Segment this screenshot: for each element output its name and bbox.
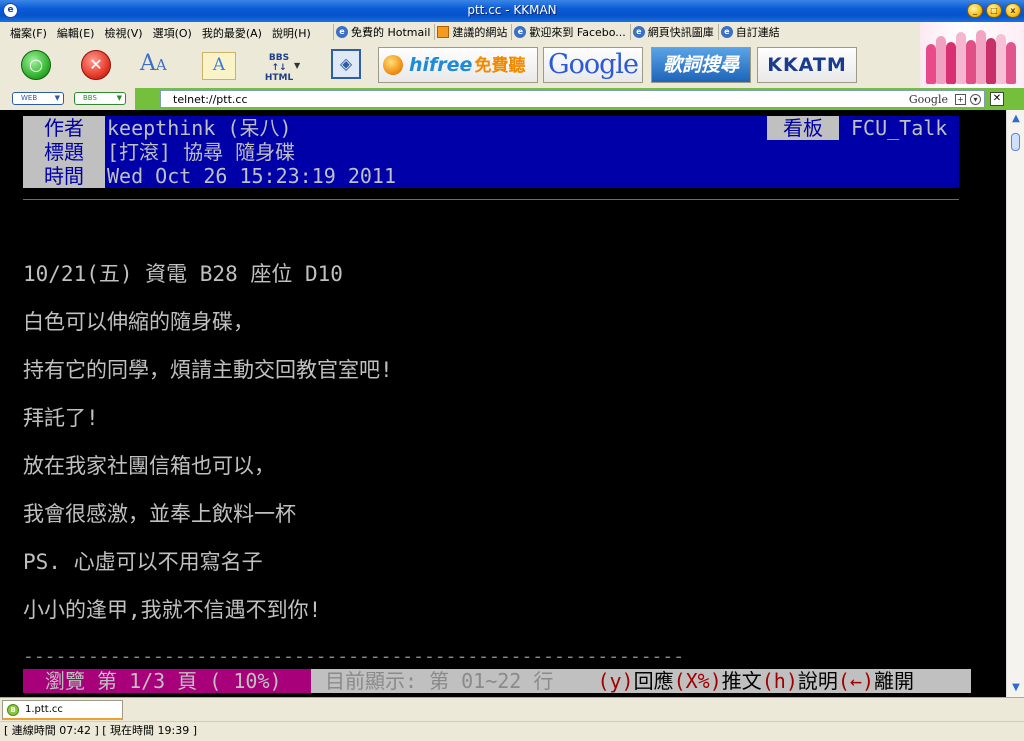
disconnect-button[interactable]: ✕	[78, 47, 114, 83]
window-title: ptt.cc - KKMAN	[467, 3, 557, 17]
dropdown-icon[interactable]: ▾	[970, 94, 981, 105]
post-header: 作者 keepthink (呆八) 看板 FCU_Talk 標題 [打滾] 協尋…	[23, 116, 959, 188]
board-value: FCU_Talk	[851, 116, 948, 140]
bbs-html-icon: BBS ↑↓ HTML	[264, 53, 294, 83]
post-line: 持有它的同學，煩請主動交回教官室吧!	[23, 358, 393, 382]
terminal-screen[interactable]: 作者 keepthink (呆八) 看板 FCU_Talk 標題 [打滾] 協尋…	[0, 110, 1006, 697]
push-label: 推文	[721, 669, 762, 693]
disconnect-icon: ✕	[81, 50, 111, 80]
font-size-icon: AA	[140, 51, 167, 76]
font-size-button[interactable]: AA	[140, 47, 167, 83]
post-line: 小小的逢甲,我就不信遇不到你!	[23, 598, 322, 622]
link-facebook[interactable]: e 歡迎來到 Facebo...	[511, 24, 629, 40]
close-window-button[interactable]: x	[1005, 3, 1021, 18]
chevron-down-icon: ▼	[116, 94, 122, 102]
time-label: 時間	[23, 164, 105, 188]
header-separator	[23, 199, 959, 200]
title-bar: e ptt.cc - KKMAN _ □ x	[0, 0, 1024, 22]
ie-icon: e	[720, 26, 733, 38]
link-suggested-sites[interactable]: 建議的網站	[434, 24, 511, 40]
menu-favorites[interactable]: 我的最愛(A)	[202, 25, 262, 41]
bbs-connection-icon: B	[7, 704, 19, 716]
post-line: 放在我家社團信箱也可以，	[23, 454, 275, 478]
link-web-slice-gallery[interactable]: e 網頁快訊圖庫	[629, 24, 718, 40]
post-line: 我會很感激，並奉上飲料一杯	[23, 502, 296, 526]
lyrics-search-banner[interactable]: 歌詞搜尋	[651, 47, 751, 83]
bbs-mode-button[interactable]: BBS ▼	[74, 92, 126, 105]
command-hints: 目前顯示: 第 01~22 行 (y)回應(X%)推文(h)說明(←)離開	[311, 669, 971, 693]
add-tab-icon[interactable]: +	[955, 94, 966, 105]
maximize-button[interactable]: □	[986, 3, 1002, 18]
hifree-banner[interactable]: hifree免費聽歌	[378, 47, 538, 83]
post-line: PS. 心虛可以不用寫名子	[23, 550, 263, 574]
menu-view[interactable]: 檢視(V)	[104, 25, 142, 41]
connection-tabs: B 1.ptt.cc	[0, 697, 1024, 721]
vertical-scrollbar[interactable]: ▲ ▼	[1006, 110, 1024, 697]
reply-key[interactable]: (y)	[597, 669, 633, 693]
push-key[interactable]: (X%)	[674, 669, 722, 693]
dashed-separator: ----------------------------------------…	[23, 646, 685, 667]
ie-icon: e	[514, 26, 527, 38]
toolbar: ○ ✕ AA A BBS ↑↓ HTML ▼ ◈ hifree免費聽歌 Goog…	[0, 43, 920, 88]
font-style-icon: A	[202, 52, 236, 80]
status-bar: [ 連線時間 07:42 ] [ 現在時間 19:39 ]	[0, 721, 1024, 741]
ie-icon: e	[632, 26, 645, 38]
window-controls: _ □ x	[967, 3, 1021, 18]
google-banner[interactable]: Google	[543, 47, 643, 83]
scroll-thumb[interactable]	[1011, 133, 1020, 151]
menu-edit[interactable]: 編輯(E)	[57, 25, 95, 41]
title-label: 標題	[23, 140, 105, 164]
menu-options[interactable]: 選項(O)	[153, 25, 192, 41]
links-bar: e 免費的 Hotmail 建議的網站 e 歡迎來到 Facebo... e 網頁快訊…	[333, 24, 784, 40]
browse-page-indicator: 瀏覽 第 1/3 頁 ( 10%)	[23, 669, 311, 693]
title-value: [打滾] 協尋 隨身碟	[107, 140, 296, 164]
font-style-button[interactable]: A	[202, 47, 236, 83]
post-line: 10/21(五) 資電 B28 座位 D10	[23, 262, 343, 286]
terminal-status-bar: 瀏覽 第 1/3 頁 ( 10%) 目前顯示: 第 01~22 行 (y)回應(…	[23, 669, 973, 693]
kkatm-banner[interactable]: KKATM	[757, 47, 857, 83]
chevron-down-icon: ▼	[294, 61, 301, 70]
cube-button[interactable]: ◈	[327, 47, 361, 83]
leave-key[interactable]: (←)	[838, 669, 874, 693]
orange-square-icon	[437, 26, 450, 38]
scroll-up-icon[interactable]: ▲	[1009, 113, 1023, 125]
chevron-down-icon: ▼	[54, 94, 60, 102]
leave-label: 離開	[874, 669, 915, 693]
advertisement-image[interactable]	[920, 22, 1024, 88]
link-hotmail[interactable]: e 免費的 Hotmail	[333, 24, 434, 40]
address-url: telnet://ptt.cc	[173, 93, 248, 106]
line-range-text: 目前顯示: 第 01~22 行	[325, 669, 554, 693]
connect-button[interactable]: ○	[18, 47, 54, 83]
help-label: 說明	[797, 669, 838, 693]
terminal-cursor	[930, 691, 941, 693]
link-customize-links[interactable]: e 自訂連結	[717, 24, 784, 40]
author-label: 作者	[23, 116, 105, 140]
address-input[interactable]: telnet://ptt.cc Google + ▾	[160, 90, 985, 108]
menu-bar: 檔案(F) 編輯(E) 檢視(V) 選項(O) 我的最愛(A) 說明(H) e免…	[0, 22, 920, 43]
search-engine-label[interactable]: Google	[909, 93, 948, 106]
post-line: 白色可以伸縮的隨身碟，	[23, 310, 254, 334]
hifree-logo-icon	[383, 55, 403, 75]
address-row: WEB ▼ BBS ▼ telnet://ptt.cc Google + ▾ ✕	[0, 88, 1024, 110]
scroll-down-icon[interactable]: ▼	[1009, 682, 1023, 694]
tab-label: 1.ptt.cc	[25, 704, 63, 715]
connection-time-text: [ 連線時間 07:42 ] [ 現在時間 19:39 ]	[4, 724, 198, 737]
bbs-html-button[interactable]: BBS ↑↓ HTML ▼	[264, 47, 310, 83]
menu-file[interactable]: 檔案(F)	[10, 25, 47, 41]
web-mode-button[interactable]: WEB ▼	[12, 92, 64, 105]
cube-icon: ◈	[331, 49, 361, 79]
author-value: keepthink (呆八)	[107, 116, 292, 140]
reply-label: 回應	[633, 669, 674, 693]
minimize-button[interactable]: _	[967, 3, 983, 18]
time-value: Wed Oct 26 15:23:19 2011	[107, 164, 396, 188]
ie-icon: e	[336, 26, 348, 38]
menu-help[interactable]: 說明(H)	[272, 25, 311, 41]
board-label: 看板	[767, 116, 839, 140]
close-icon[interactable]: ✕	[990, 92, 1004, 106]
tab-ptt[interactable]: B 1.ptt.cc	[2, 700, 123, 720]
post-line: 拜託了!	[23, 406, 99, 430]
help-key[interactable]: (h)	[762, 669, 798, 693]
connect-icon: ○	[21, 50, 51, 80]
